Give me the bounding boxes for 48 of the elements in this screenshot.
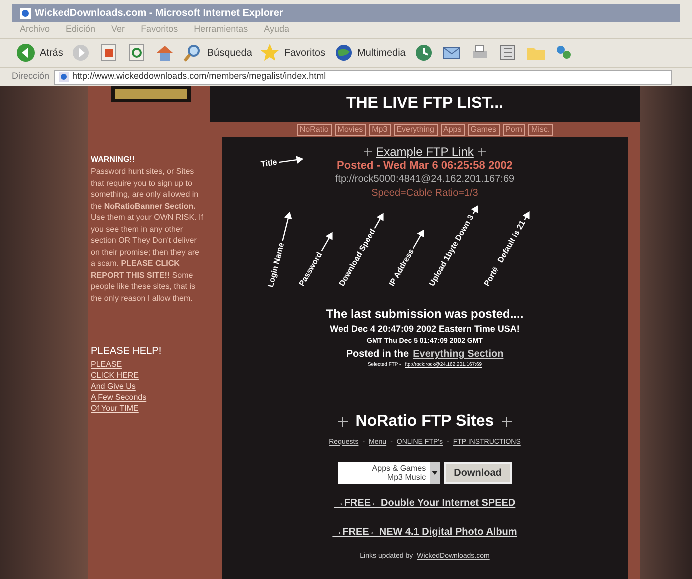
promo-link[interactable]: →FREE←NEW 4.1 Digital Photo Album: [332, 525, 518, 540]
help-title: PLEASE HELP!: [91, 345, 163, 359]
eastern-time: Wed Dec 4 20:47:09 2002 Eastern Time USA!: [330, 323, 520, 336]
help-link[interactable]: And Give Us: [91, 381, 206, 392]
cross-icon: [502, 416, 512, 426]
window-title: WickedDownloads.com - Microsoft Internet Explorer: [35, 6, 284, 20]
refresh-icon[interactable]: [127, 43, 148, 63]
stop-icon[interactable]: [99, 43, 120, 63]
help-link[interactable]: A Few Seconds: [91, 392, 206, 403]
posted-text: Posted - Wed Mar 6 06:25:58 2002: [337, 159, 513, 173]
section-title: NoRatio FTP Sites: [356, 412, 494, 432]
page-icon: [58, 72, 69, 82]
toolbar-label[interactable]: Atrás: [40, 46, 64, 60]
section-link[interactable]: Everything Section: [413, 347, 504, 362]
warning-title: WARNING!!: [91, 154, 136, 166]
browser-icon: [20, 8, 31, 18]
warning-text: Password hunt sites, or Sites that require you to sign up to something, are only allowed in the NoRatioBanner Section. Use them at your OWN RISK. If you see them in any other section OR They Don't deliver on their promise; then they are a scam. PLEASE CLICK REPORT THIS SITE!! Some people like these sites, that is the only reason I allow them.: [91, 166, 204, 304]
promo-link[interactable]: →FREE←Double Your Internet SPEED: [334, 496, 516, 511]
toolbar-label[interactable]: Favoritos: [284, 46, 326, 60]
dropdown-icon[interactable]: [430, 462, 440, 484]
cross-icon: [364, 148, 372, 156]
example-link[interactable]: Example FTP Link: [376, 145, 474, 159]
annotation-label: Login Name: [265, 242, 288, 289]
annotation-label: Title: [260, 156, 278, 171]
help-link[interactable]: PLEASE: [91, 359, 206, 370]
address-field[interactable]: http://www.wickeddownloads.com/members/megalist/index.html: [54, 70, 672, 84]
arrow-icon: [278, 155, 305, 166]
address-label: Dirección: [12, 70, 50, 84]
help-link[interactable]: CLICK HERE: [91, 370, 206, 381]
cross-icon: [338, 416, 348, 426]
page-title: THE LIVE FTP LIST...: [346, 94, 504, 114]
help-link[interactable]: Of Your TIME: [91, 403, 206, 414]
select-option[interactable]: Apps & Games: [372, 464, 426, 473]
media-icon[interactable]: [334, 43, 354, 63]
home-icon[interactable]: [155, 43, 176, 63]
cross-icon: [478, 148, 486, 156]
download-button[interactable]: Download: [444, 462, 512, 484]
toolbar-label[interactable]: Multimedia: [358, 46, 406, 60]
speed-text: Speed=Cable Ratio=1/3: [372, 187, 478, 201]
edit-icon[interactable]: [498, 43, 518, 63]
toolbar-label[interactable]: Búsqueda: [207, 46, 252, 60]
last-title: The last submission was posted....: [326, 306, 524, 323]
select-option[interactable]: Mp3 Music: [387, 473, 426, 482]
category-select[interactable]: Apps & Games Mp3 Music: [338, 462, 440, 484]
history-icon[interactable]: [414, 43, 434, 63]
ftp-address: ftp://rock5000:4841@24.162.201.167:69: [335, 173, 515, 187]
posted-label: Posted in the: [346, 348, 410, 362]
back-icon[interactable]: [16, 43, 36, 63]
